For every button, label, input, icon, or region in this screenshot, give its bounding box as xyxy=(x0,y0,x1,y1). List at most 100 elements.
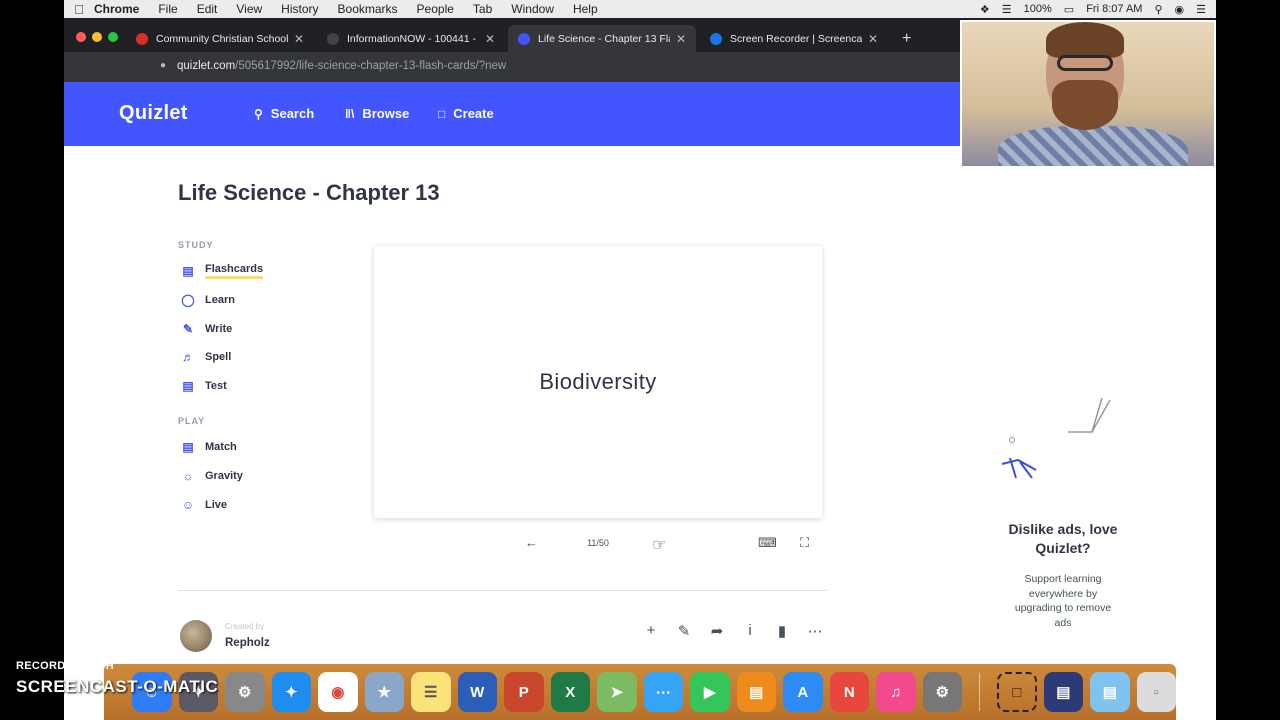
mode-label: Test xyxy=(205,380,227,392)
browser-tab[interactable]: Screen Recorder | Screencast- ✕ xyxy=(700,25,888,52)
spell-icon: ♬ xyxy=(182,350,194,364)
folder-icon[interactable]: ▤ xyxy=(1043,672,1084,712)
nav-search[interactable]: ⚲ Search xyxy=(254,106,314,121)
menu-view[interactable]: View xyxy=(236,2,262,16)
status-area: ❖ ☰ 100% ▭ Fri 8:07 AM ⚲ ◉ ☰ xyxy=(980,0,1206,18)
user-icon[interactable]: ◉ xyxy=(1175,3,1185,16)
powerpoint-icon[interactable]: P xyxy=(504,672,544,712)
close-tab-icon[interactable]: ✕ xyxy=(868,32,878,46)
app-store-icon[interactable]: A xyxy=(783,672,823,712)
zoom-window-button[interactable] xyxy=(108,32,118,42)
menu-tab[interactable]: Tab xyxy=(473,2,492,16)
menu-window[interactable]: Window xyxy=(511,2,554,16)
keyboard-shortcuts-icon[interactable]: ⌨ xyxy=(758,535,777,551)
menu-edit[interactable]: Edit xyxy=(197,2,218,16)
close-tab-icon[interactable]: ✕ xyxy=(485,32,495,46)
spotlight-icon[interactable]: ⚲ xyxy=(1154,3,1162,16)
tab-favicon-icon xyxy=(710,32,722,45)
menu-bookmarks[interactable]: Bookmarks xyxy=(338,2,398,16)
apple-icon[interactable]:  xyxy=(64,2,94,17)
lock-icon[interactable]: ● xyxy=(160,60,166,71)
word-icon[interactable]: W xyxy=(457,672,497,712)
maps-icon[interactable]: ➤ xyxy=(597,672,637,712)
webcam-person-beard xyxy=(1052,80,1118,130)
browser-tab-active[interactable]: Life Science - Chapter 13 Flas ✕ xyxy=(508,25,696,52)
settings-icon[interactable]: ⚙ xyxy=(225,672,265,712)
flashcards-icon: ▤ xyxy=(182,264,194,278)
battery-label[interactable]: 100% xyxy=(1024,3,1052,15)
flashcard-term: Biodiversity xyxy=(539,369,657,394)
menu-file[interactable]: File xyxy=(158,2,177,16)
mode-spell[interactable]: ♬ Spell xyxy=(178,348,231,366)
dropbox-icon[interactable]: ❖ xyxy=(980,3,990,16)
fullscreen-icon[interactable]: ⛶ xyxy=(800,535,809,551)
creator-name[interactable]: Repholz xyxy=(225,637,270,649)
nav-browse[interactable]: ‖\ Browse xyxy=(345,106,409,121)
share-icon[interactable]: ➦ xyxy=(708,622,726,640)
more-options-icon[interactable]: ⋯ xyxy=(806,622,824,640)
tab-title: Community Christian School, E xyxy=(156,32,288,45)
edit-icon[interactable]: ✎ xyxy=(675,622,693,640)
menu-help[interactable]: Help xyxy=(573,2,598,16)
close-tab-icon[interactable]: ✕ xyxy=(676,32,686,46)
clock[interactable]: Fri 8:07 AM xyxy=(1086,3,1142,15)
webcam-person-glasses xyxy=(1057,55,1113,71)
nav-create[interactable]: □ Create xyxy=(438,106,494,121)
creator-avatar[interactable] xyxy=(180,620,212,652)
mode-live[interactable]: ☺ Live xyxy=(178,496,227,514)
mode-gravity[interactable]: ☼ Gravity xyxy=(178,467,243,485)
mode-label: Live xyxy=(205,499,228,511)
battery-icon: ▭ xyxy=(1063,3,1075,16)
trash-icon[interactable]: ▫ xyxy=(1136,672,1177,712)
news-icon[interactable]: N xyxy=(829,672,869,712)
safari-icon[interactable]: ✦ xyxy=(271,672,311,712)
minimize-window-button[interactable] xyxy=(92,32,102,42)
excel-icon[interactable]: X xyxy=(550,672,590,712)
mode-learn[interactable]: ◯ Learn xyxy=(178,291,235,309)
browser-tab[interactable]: Community Christian School, E ✕ xyxy=(126,25,314,52)
messages-icon[interactable]: ⋯ xyxy=(643,672,683,712)
menu-chrome[interactable]: Chrome xyxy=(94,2,139,16)
menu-people[interactable]: People xyxy=(417,2,454,16)
flashcard[interactable]: Biodiversity xyxy=(374,246,822,518)
close-tab-icon[interactable]: ✕ xyxy=(294,32,304,46)
new-tab-icon[interactable]: + xyxy=(902,30,911,48)
books-icon[interactable]: ▤ xyxy=(736,672,776,712)
notes-icon[interactable]: ☰ xyxy=(411,672,451,712)
watermark-line1: RECORDED WITH xyxy=(16,660,115,672)
webcam-person-shirt xyxy=(998,126,1188,166)
url-text[interactable]: quizlet.com/505617992/life-science-chapt… xyxy=(177,60,506,72)
previous-card-icon[interactable]: ← xyxy=(525,535,538,550)
system-preferences-icon[interactable]: ⚙ xyxy=(922,672,962,712)
mac-dock: ☺ ✦ ⚙ ✦ ◉ ★ ☰ W P X ➤ ⋯ ▶ ▤ A N ♫ ⚙ □ ▤ … xyxy=(104,664,1177,720)
facetime-icon[interactable]: ▶ xyxy=(690,672,730,712)
notification-center-icon[interactable]: ☰ xyxy=(1196,3,1206,16)
mode-label: Flashcards xyxy=(205,263,264,279)
set-title: Life Science - Chapter 13 xyxy=(178,180,440,205)
mode-write[interactable]: ✎ Write xyxy=(178,320,232,338)
menu-history[interactable]: History xyxy=(281,2,318,16)
browser-tab[interactable]: InformationNOW - 100441 - C ✕ xyxy=(317,25,505,52)
info-icon[interactable]: i xyxy=(741,622,759,639)
mode-match[interactable]: ▤ Match xyxy=(178,438,236,456)
chrome-icon[interactable]: ◉ xyxy=(318,672,358,712)
screenshot-icon[interactable]: □ xyxy=(996,672,1037,712)
card-counter: 11/50 xyxy=(587,538,609,548)
ad-illustration xyxy=(996,392,1116,497)
add-to-class-icon[interactable]: + xyxy=(642,622,660,639)
mode-test[interactable]: ▤ Test xyxy=(178,377,227,395)
music-icon[interactable]: ♫ xyxy=(876,672,916,712)
screencast-watermark: RECORDED WITH SCREENCAST-O-MATIC xyxy=(16,660,218,697)
screen:  Chrome File Edit View History Bookmark… xyxy=(64,0,1216,720)
next-card-icon[interactable]: ☞ xyxy=(652,535,666,555)
quizlet-logo[interactable]: Quizlet xyxy=(119,102,188,125)
preview-icon[interactable]: ★ xyxy=(364,672,404,712)
stats-icon[interactable]: ▮ xyxy=(773,622,791,640)
study-heading: STUDY xyxy=(178,240,214,250)
webcam-person-hair xyxy=(1046,22,1124,58)
mode-flashcards[interactable]: ▤ Flashcards xyxy=(178,262,264,280)
downloads-folder-icon[interactable]: ▤ xyxy=(1090,672,1130,712)
wifi-icon[interactable]: ☰ xyxy=(1002,3,1012,16)
divider xyxy=(178,590,828,591)
close-window-button[interactable] xyxy=(76,32,86,42)
